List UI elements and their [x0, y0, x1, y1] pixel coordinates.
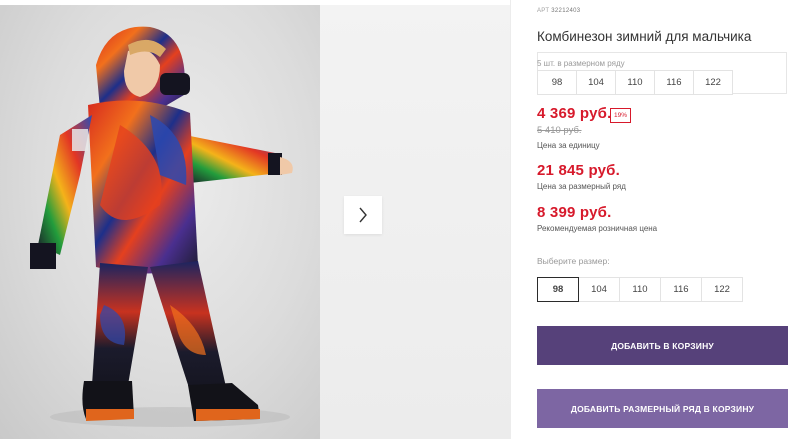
add-to-cart-button[interactable]: ДОБАВИТЬ В КОРЗИНУ [537, 326, 788, 365]
size-option-116[interactable]: 116 [660, 277, 702, 302]
size-option-98[interactable]: 98 [537, 277, 579, 302]
gallery-next-button[interactable] [344, 196, 382, 234]
chevron-right-icon [359, 207, 367, 223]
unit-price-caption: Цена за единицу [537, 141, 600, 150]
retail-price-caption: Рекомендуемая розничная цена [537, 224, 658, 233]
pack-size-cell: 98 [537, 70, 577, 95]
product-title: Комбинезон зимний для мальчика [537, 29, 752, 44]
pack-label: 5 шт. в размерном ряду [537, 59, 625, 68]
sku-label: АРТ [537, 8, 550, 14]
pack-size-cell: 104 [576, 70, 616, 95]
size-select-label: Выберите размер: [537, 256, 610, 266]
retail-price: 8 399 руб. [537, 204, 612, 221]
pack-price-caption: Цена за размерный ряд [537, 182, 626, 191]
sku: АРТ 32212403 [537, 8, 580, 14]
child-in-snowsuit-image [30, 26, 293, 427]
product-gallery [0, 0, 510, 439]
sku-value: 32212403 [551, 8, 581, 14]
discount-badge: 19% [610, 108, 632, 123]
pack-sizes: 98 104 110 116 122 [537, 70, 733, 95]
old-price: 5 410 руб. [537, 125, 582, 136]
pack-size-cell: 116 [654, 70, 694, 95]
product-photo[interactable] [0, 5, 320, 439]
size-selector: 98 104 110 116 122 [537, 277, 743, 302]
size-option-122[interactable]: 122 [701, 277, 743, 302]
pack-size-cell: 110 [615, 70, 655, 95]
divider [510, 0, 511, 439]
pack-price: 21 845 руб. [537, 162, 620, 179]
add-pack-to-cart-button[interactable]: ДОБАВИТЬ РАЗМЕРНЫЙ РЯД В КОРЗИНУ [537, 389, 788, 428]
pack-size-cell: 122 [693, 70, 733, 95]
unit-price: 4 369 руб. [537, 105, 612, 122]
size-option-110[interactable]: 110 [619, 277, 661, 302]
size-option-104[interactable]: 104 [578, 277, 620, 302]
